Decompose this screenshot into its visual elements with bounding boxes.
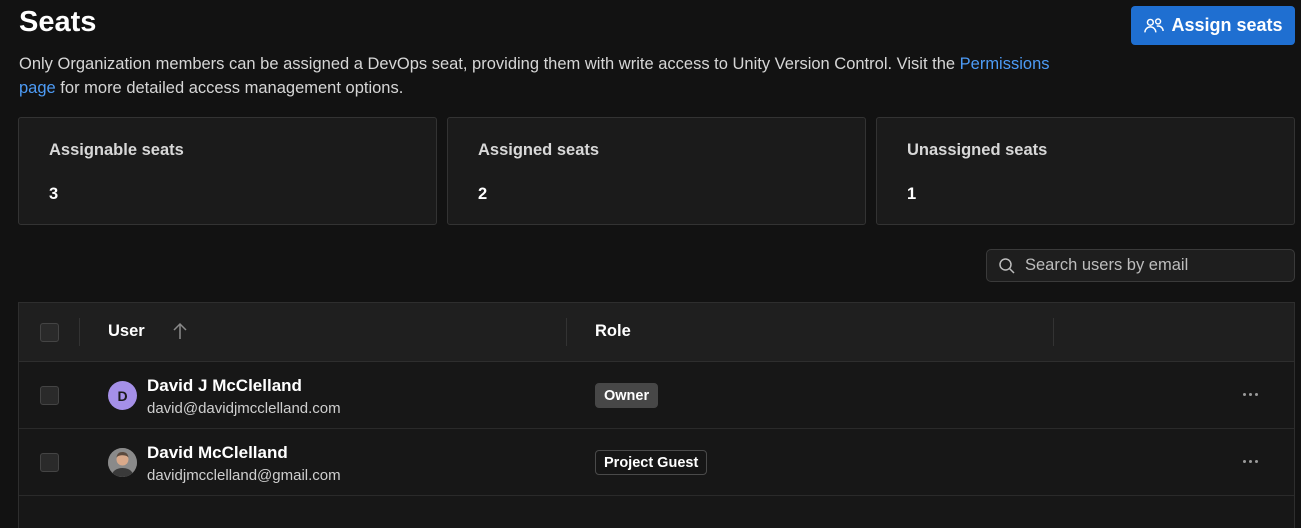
description-text-end: for more detailed access management opti… (55, 79, 404, 97)
column-divider (1053, 318, 1054, 346)
column-header-role[interactable]: Role (595, 322, 631, 341)
description-text: Only Organization members can be assigne… (19, 55, 960, 73)
search-icon (999, 257, 1015, 274)
user-name: David McClelland (147, 443, 288, 462)
seats-table: User Role D David J McClelland david@dav… (18, 302, 1295, 528)
arrow-up-icon[interactable] (171, 321, 189, 341)
stat-card-assignable: Assignable seats 3 (18, 117, 437, 225)
role-badge: Project Guest (595, 450, 708, 475)
page-title: Seats (19, 6, 97, 38)
user-email: david@davidjmcclelland.com (147, 400, 341, 417)
stat-label: Assignable seats (49, 141, 184, 159)
column-divider (79, 318, 80, 346)
page-description: Only Organization members can be assigne… (19, 52, 1079, 100)
stat-card-unassigned: Unassigned seats 1 (876, 117, 1295, 225)
stat-value: 3 (49, 185, 59, 203)
user-name: David J McClelland (147, 376, 302, 395)
search-box (986, 249, 1295, 282)
assign-seats-button[interactable]: Assign seats (1131, 6, 1295, 45)
row-checkbox[interactable] (40, 453, 59, 472)
row-checkbox[interactable] (40, 386, 59, 405)
search-input[interactable] (1025, 256, 1285, 275)
stat-label: Unassigned seats (907, 141, 1048, 159)
avatar: D (108, 381, 137, 410)
table-row: D David J McClelland david@davidjmcclell… (19, 362, 1294, 429)
users-icon (1144, 17, 1165, 32)
column-divider (566, 318, 567, 346)
more-horizontal-icon[interactable] (1238, 451, 1262, 471)
stat-card-assigned: Assigned seats 2 (447, 117, 866, 225)
table-header: User Role (19, 303, 1294, 362)
stat-label: Assigned seats (478, 141, 600, 159)
user-email: davidjmcclelland@gmail.com (147, 467, 341, 484)
table-row: David McClelland davidjmcclelland@gmail.… (19, 429, 1294, 496)
stat-value: 2 (478, 185, 488, 203)
column-header-user[interactable]: User (108, 322, 145, 341)
assign-seats-label: Assign seats (1171, 15, 1283, 35)
avatar (108, 448, 137, 477)
user-photo-icon (108, 448, 137, 477)
role-badge: Owner (595, 383, 659, 408)
more-horizontal-icon[interactable] (1238, 384, 1262, 404)
stat-value: 1 (907, 185, 917, 203)
select-all-checkbox[interactable] (40, 323, 59, 342)
